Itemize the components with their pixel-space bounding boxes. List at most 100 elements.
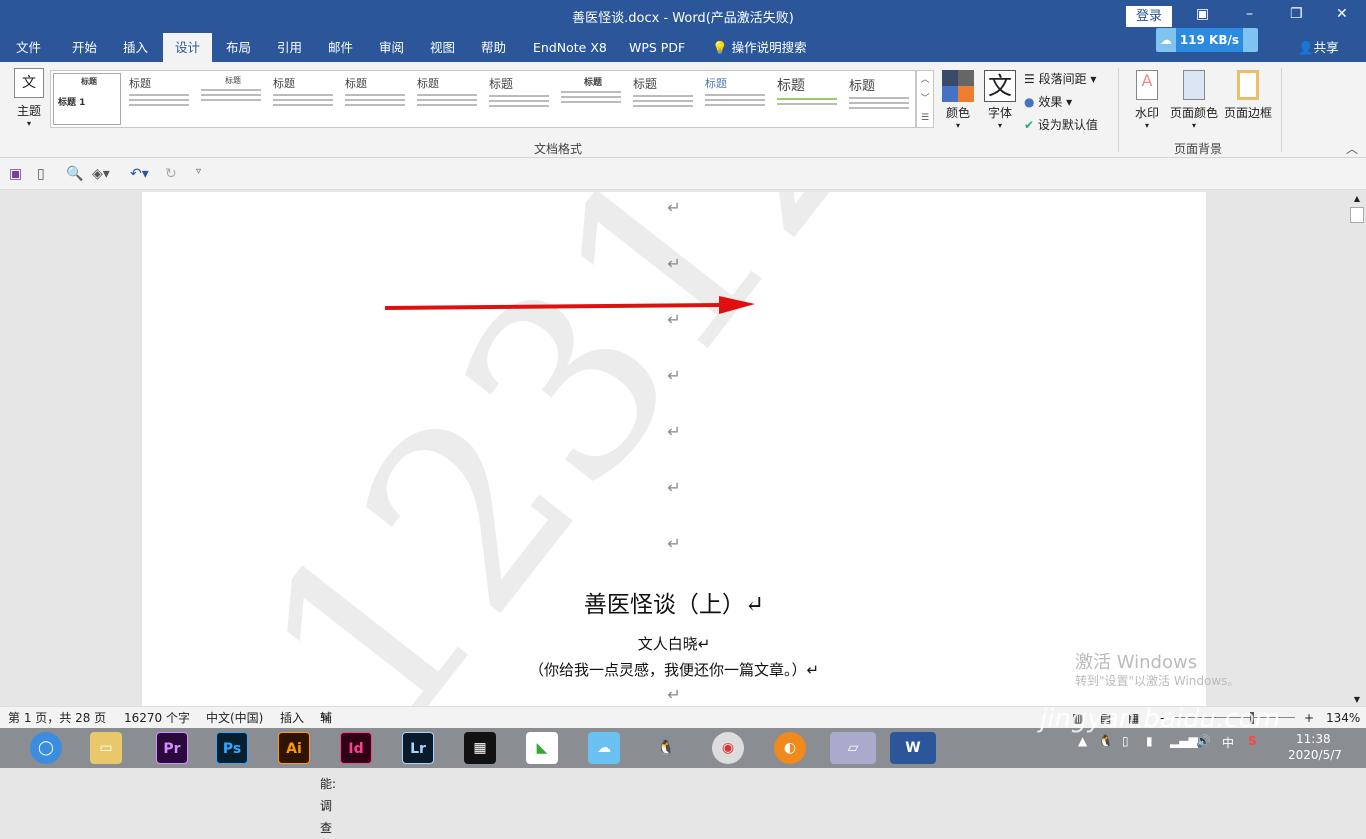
- font-icon: 文: [984, 70, 1016, 102]
- theme-label: 主题: [16, 104, 41, 118]
- style-thumb[interactable]: 标题: [629, 73, 697, 125]
- group-divider: [1118, 68, 1119, 152]
- watermark-button[interactable]: A 水印 ▾: [1128, 70, 1166, 130]
- style-gallery[interactable]: 标题 标题 1 标题 标题 标题 标题 标题 标题 标题 标题 标题 标题 标题: [50, 70, 916, 128]
- style-thumb[interactable]: 标题: [485, 73, 553, 125]
- language[interactable]: 中文(中国): [206, 707, 263, 729]
- sogou-icon[interactable]: S: [1248, 734, 1257, 748]
- lightroom-icon[interactable]: Lr: [402, 732, 434, 764]
- style-thumb[interactable]: 标题: [269, 73, 337, 125]
- style-thumb[interactable]: 标题: [701, 73, 769, 125]
- tab-file[interactable]: 文件: [10, 33, 47, 62]
- insert-mode[interactable]: 插入: [280, 707, 304, 729]
- login-button[interactable]: 登录: [1126, 6, 1172, 27]
- style-thumb[interactable]: 标题: [341, 73, 409, 125]
- fonts-button[interactable]: 文 字体 ▾: [982, 70, 1018, 130]
- qq-icon[interactable]: 🐧: [650, 732, 682, 764]
- collapse-ribbon-icon[interactable]: ︿: [1346, 140, 1358, 157]
- volume-icon[interactable]: 🔊: [1196, 734, 1211, 748]
- style-thumb[interactable]: 标题: [845, 73, 913, 125]
- ime-indicator[interactable]: 中: [1222, 734, 1234, 751]
- indesign-icon[interactable]: Id: [340, 732, 372, 764]
- video-editor-icon[interactable]: ▦: [464, 732, 496, 764]
- tab-endnote[interactable]: EndNote X8: [527, 33, 613, 62]
- more-icon[interactable]: ☰: [917, 109, 933, 128]
- maximize-button[interactable]: ❐: [1290, 6, 1303, 22]
- clock-time[interactable]: 11:38: [1296, 732, 1331, 746]
- undo-icon[interactable]: ↶▾: [130, 166, 149, 182]
- tab-design[interactable]: 设计: [163, 33, 213, 62]
- redo-icon[interactable]: ↻: [165, 166, 177, 182]
- tab-view[interactable]: 视图: [424, 33, 461, 62]
- thumb-heading: 标题: [417, 77, 439, 90]
- speed-value: 119 KB/s: [1175, 28, 1244, 52]
- checkmark-icon: ✔: [1024, 118, 1035, 132]
- chrome-icon[interactable]: ◉: [712, 732, 744, 764]
- minimize-button[interactable]: –: [1246, 6, 1253, 22]
- new-document-icon[interactable]: ▯: [37, 166, 45, 182]
- app-icon[interactable]: ◣: [526, 732, 558, 764]
- tab-wps-pdf[interactable]: WPS PDF: [623, 33, 691, 62]
- zoom-in-button[interactable]: +: [1304, 707, 1314, 729]
- show-hidden-icons[interactable]: ▲: [1078, 734, 1087, 748]
- thumb-heading: 标题: [129, 77, 151, 90]
- paragraph-spacing-button[interactable]: ☰ 段落间距 ▾: [1024, 70, 1096, 87]
- battery-icon[interactable]: ▮: [1146, 734, 1153, 748]
- page-color-button[interactable]: 页面颜色 ▾: [1168, 70, 1220, 130]
- qq-tray-icon[interactable]: 🐧: [1098, 734, 1113, 748]
- style-thumb[interactable]: 标题: [197, 73, 265, 125]
- tray-icon[interactable]: ▯: [1122, 734, 1129, 748]
- network-icon[interactable]: ▂▄▆: [1170, 734, 1198, 748]
- download-speed-widget: ☁ 119 KB/s: [1156, 28, 1258, 52]
- format-painter-icon[interactable]: ◈▾: [92, 166, 110, 182]
- clock-date[interactable]: 2020/5/7: [1288, 748, 1342, 762]
- tab-review[interactable]: 审阅: [373, 33, 410, 62]
- set-default-button[interactable]: ✔ 设为默认值: [1024, 116, 1098, 133]
- tell-me-search[interactable]: 💡 操作说明搜索: [706, 33, 813, 62]
- file-explorer-icon[interactable]: ▭: [90, 732, 122, 764]
- scroll-up-icon[interactable]: ▲: [1348, 194, 1366, 203]
- scroll-up-icon[interactable]: ︿: [917, 71, 933, 90]
- browser-360-icon[interactable]: ◯: [30, 732, 62, 764]
- tab-home[interactable]: 开始: [66, 33, 103, 62]
- effects-button[interactable]: ● 效果 ▾: [1024, 93, 1072, 110]
- notepad-icon[interactable]: ▱: [830, 732, 876, 764]
- save-icon[interactable]: ▣: [9, 166, 22, 182]
- page-count[interactable]: 第 1 页，共 28 页: [8, 707, 106, 729]
- gallery-scroll[interactable]: ︿ ﹀ ☰: [916, 70, 934, 128]
- theme-button[interactable]: 文 主题 ▾: [12, 68, 46, 128]
- zoom-level[interactable]: 134%: [1326, 707, 1360, 729]
- word-count[interactable]: 16270 个字: [124, 707, 190, 729]
- close-button[interactable]: ✕: [1336, 6, 1348, 22]
- photoshop-icon[interactable]: Ps: [216, 732, 248, 764]
- color-palette-icon: [942, 70, 974, 102]
- share-button[interactable]: 👤共享: [1298, 33, 1339, 62]
- style-thumb[interactable]: 标题: [773, 73, 841, 125]
- page-border-button[interactable]: 页面边框: [1222, 70, 1274, 121]
- scroll-thumb[interactable]: [1350, 207, 1364, 223]
- style-thumb[interactable]: 标题: [413, 73, 481, 125]
- app-orange-icon[interactable]: ◐: [774, 732, 806, 764]
- vertical-scrollbar[interactable]: ▲ ▼: [1348, 192, 1366, 706]
- style-thumb[interactable]: 标题 标题 1: [53, 73, 121, 125]
- colors-button[interactable]: 颜色 ▾: [940, 70, 976, 130]
- thumb-heading: 标题: [705, 77, 727, 90]
- print-preview-icon[interactable]: 🔍: [66, 166, 83, 182]
- tab-insert[interactable]: 插入: [117, 33, 154, 62]
- tab-references[interactable]: 引用: [271, 33, 308, 62]
- scroll-down-icon[interactable]: ﹀: [917, 90, 933, 109]
- tab-mailings[interactable]: 邮件: [322, 33, 359, 62]
- document-page[interactable]: 123123 ↵ ↵ ↵ ↵ ↵ ↵ ↵ 善医怪谈（上）↵ 文人白晓↵ （你给我…: [142, 192, 1206, 706]
- style-thumb[interactable]: 标题: [125, 73, 193, 125]
- premiere-icon[interactable]: Pr: [156, 732, 188, 764]
- scroll-down-icon[interactable]: ▼: [1348, 695, 1366, 704]
- tab-layout[interactable]: 布局: [220, 33, 257, 62]
- customize-qat-icon[interactable]: ▿: [196, 166, 201, 177]
- word-icon[interactable]: W: [890, 732, 936, 764]
- quick-access-toolbar: ▣ ▯ 🔍 ◈▾ ↶▾ ↻ ▿: [0, 158, 1366, 190]
- illustrator-icon[interactable]: Ai: [278, 732, 310, 764]
- tab-help[interactable]: 帮助: [475, 33, 512, 62]
- cloud-app-icon[interactable]: ☁: [588, 732, 620, 764]
- ribbon-display-icon[interactable]: ▣: [1196, 6, 1209, 22]
- style-thumb[interactable]: 标题: [557, 73, 625, 125]
